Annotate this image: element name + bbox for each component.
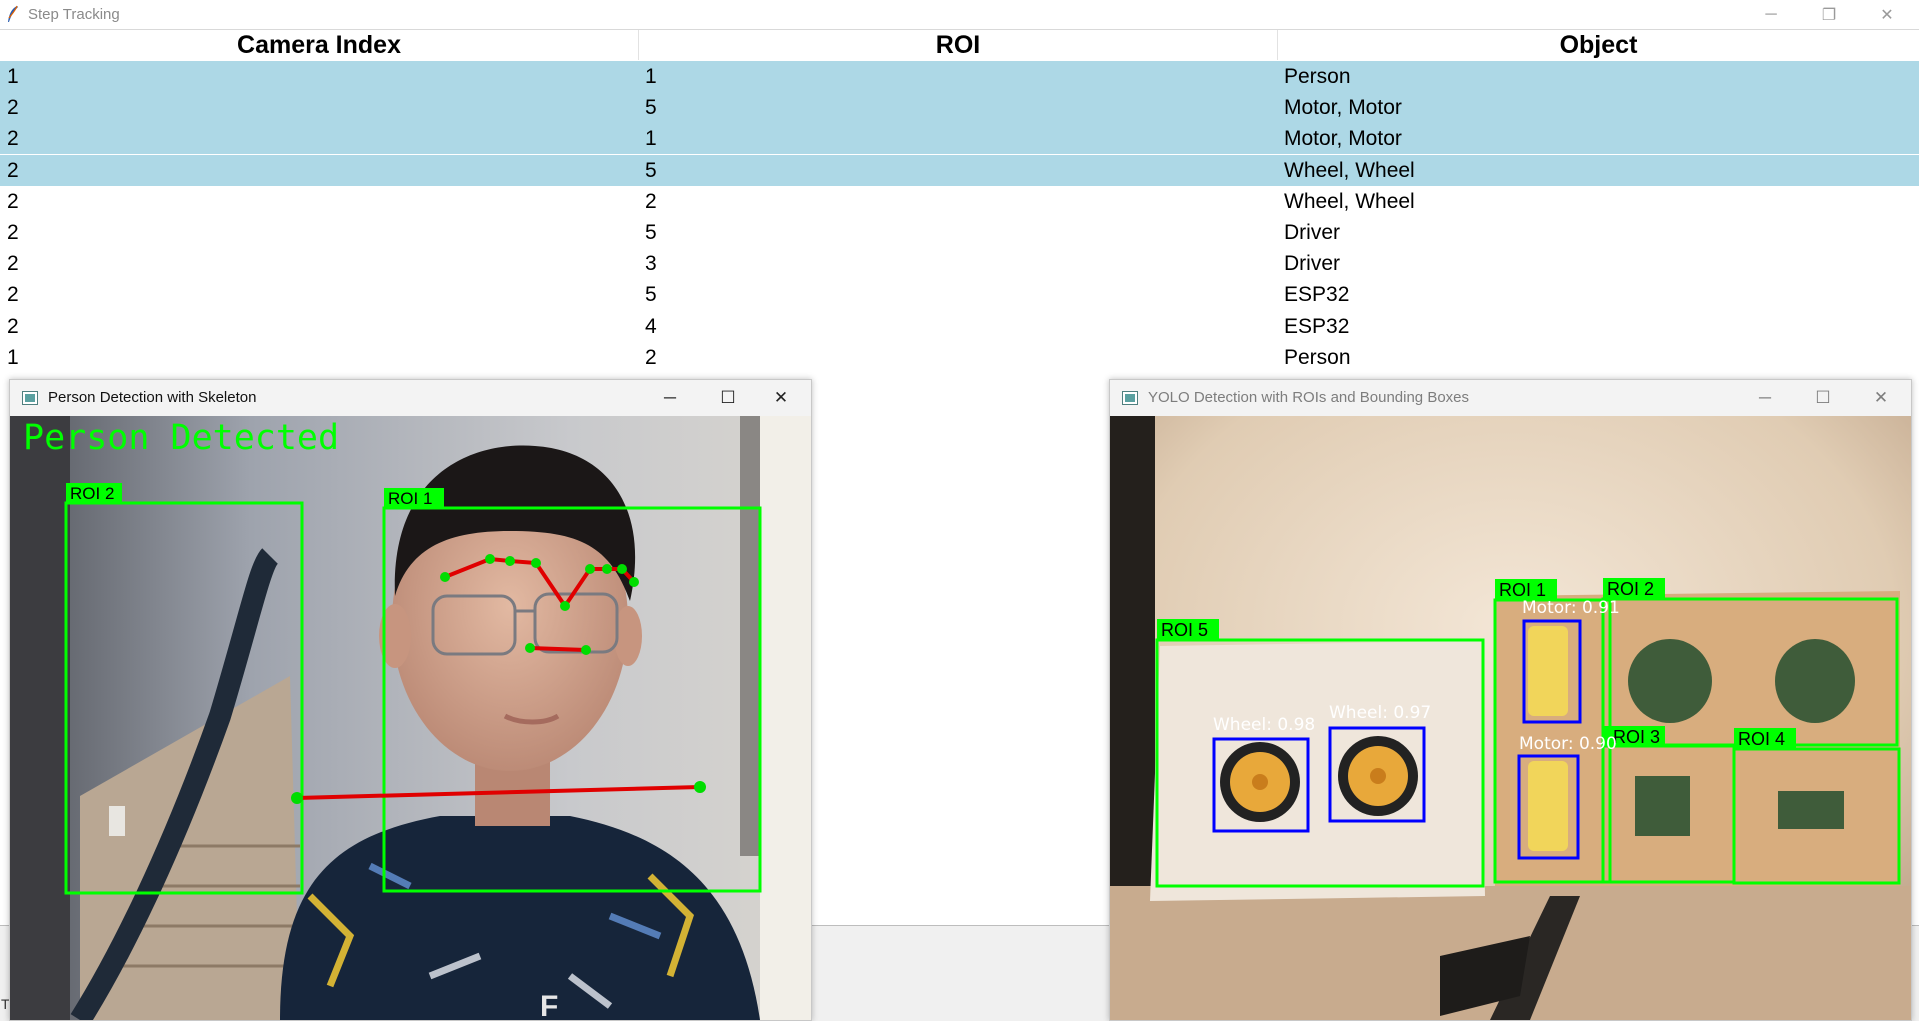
cell-object: ESP32	[1284, 283, 1350, 307]
feather-icon	[8, 5, 18, 22]
detection-label: Motor: 0.91	[1522, 598, 1620, 618]
close-icon: ✕	[1880, 6, 1894, 24]
column-header-roi[interactable]: ROI	[639, 30, 1278, 60]
opencv-window-icon	[22, 391, 38, 405]
yolo-close-button[interactable]: ✕	[1852, 380, 1910, 416]
detection-label: Wheel: 0.97	[1329, 703, 1431, 723]
minimize-icon: ─	[663, 388, 677, 407]
restore-icon: ❐	[1821, 6, 1837, 24]
column-header-camera-index[interactable]: Camera Index	[0, 30, 639, 60]
cell-roi: 4	[645, 314, 657, 338]
person-close-button[interactable]: ✕	[752, 380, 810, 416]
yolo-roi-label: ROI 4	[1738, 729, 1785, 749]
cell-object: ESP32	[1284, 314, 1350, 338]
cell-roi: 3	[645, 252, 657, 276]
yolo-camera-feed: ROI 5 ROI 1 ROI 2 ROI 3 ROI 4 Motor: 0.9…	[1110, 416, 1911, 1020]
main-title-bar: Step Tracking ─ ❐ ✕	[0, 0, 1919, 30]
person-detection-window: Person Detection with Skeleton ─ ☐ ✕ F R…	[9, 379, 812, 1021]
person-minimize-button[interactable]: ─	[641, 380, 699, 416]
cell-roi: 1	[645, 65, 657, 88]
restore-button[interactable]: ❐	[1800, 0, 1858, 29]
person-window-title: Person Detection with Skeleton	[48, 389, 257, 406]
cell-camera-index: 1	[7, 65, 19, 88]
cell-object: Driver	[1284, 252, 1340, 276]
cell-roi: 5	[645, 158, 657, 182]
yolo-camera-frame: ROI 5 ROI 1 ROI 2 ROI 3 ROI 4 Motor: 0.9…	[1110, 416, 1911, 1020]
yolo-maximize-button[interactable]: ☐	[1794, 380, 1852, 416]
cell-object: Wheel, Wheel	[1284, 158, 1415, 182]
cell-camera-index: 2	[7, 127, 19, 151]
cell-camera-index: 2	[7, 221, 19, 244]
person-roi-label: ROI 2	[70, 484, 114, 503]
close-icon: ✕	[773, 388, 789, 407]
minimize-icon: ─	[1765, 5, 1777, 23]
cell-camera-index: 2	[7, 252, 19, 276]
cell-object: Driver	[1284, 221, 1340, 244]
yolo-roi-label: ROI 3	[1613, 727, 1660, 747]
person-camera-frame: F ROI 2 ROI 1 Person Detected	[10, 416, 811, 1020]
cell-camera-index: 2	[7, 314, 19, 338]
cell-camera-index: 2	[7, 189, 19, 213]
detection-label: Wheel: 0.98	[1213, 715, 1315, 735]
yolo-window-title-bar[interactable]: YOLO Detection with ROIs and Bounding Bo…	[1110, 380, 1911, 416]
table-row[interactable]: 2 5 ESP32	[0, 279, 1919, 310]
opencv-window-icon	[1122, 391, 1138, 405]
cell-roi: 5	[645, 283, 657, 307]
yolo-roi-label: ROI 5	[1161, 620, 1208, 640]
cell-roi: 2	[645, 189, 657, 213]
cell-object: Person	[1284, 65, 1351, 88]
person-roi-label: ROI 1	[388, 489, 432, 508]
yolo-window-title: YOLO Detection with ROIs and Bounding Bo…	[1148, 389, 1470, 406]
yolo-detection-window: YOLO Detection with ROIs and Bounding Bo…	[1109, 379, 1912, 1021]
table-row[interactable]: 2 5 Motor, Motor	[0, 92, 1919, 124]
detection-label: Motor: 0.90	[1519, 734, 1617, 754]
cell-object: Person	[1284, 345, 1351, 369]
cell-camera-index: 2	[7, 283, 19, 307]
maximize-icon: ☐	[1815, 388, 1831, 407]
person-window-title-bar[interactable]: Person Detection with Skeleton ─ ☐ ✕	[10, 380, 811, 416]
yolo-minimize-button[interactable]: ─	[1736, 380, 1794, 416]
cell-roi: 1	[645, 127, 657, 151]
cell-object: Motor, Motor	[1284, 96, 1402, 120]
table-row[interactable]: 2 1 Motor, Motor	[0, 123, 1919, 155]
close-icon: ✕	[1873, 388, 1889, 407]
cell-object: Motor, Motor	[1284, 127, 1402, 151]
minimize-icon: ─	[1758, 388, 1772, 407]
cell-camera-index: 2	[7, 96, 19, 120]
table-row[interactable]: 2 4 ESP32	[0, 311, 1919, 342]
minimize-button[interactable]: ─	[1742, 0, 1800, 29]
close-button[interactable]: ✕	[1858, 0, 1916, 29]
yolo-roi-label: ROI 2	[1607, 579, 1654, 599]
maximize-icon: ☐	[720, 388, 736, 407]
column-header-object[interactable]: Object	[1278, 30, 1919, 60]
table-row[interactable]: 1 1 Person	[0, 61, 1919, 92]
table-row[interactable]: 2 3 Driver	[0, 248, 1919, 279]
cell-object: Wheel, Wheel	[1284, 189, 1415, 213]
person-detected-status: Person Detected	[23, 418, 339, 458]
yolo-roi-label: ROI 1	[1499, 580, 1546, 600]
table-row[interactable]: 2 5 Wheel, Wheel	[0, 154, 1919, 186]
cell-roi: 5	[645, 96, 657, 120]
cell-roi: 5	[645, 221, 657, 244]
table-row[interactable]: 1 2 Person	[0, 342, 1919, 373]
cell-camera-index: 1	[7, 345, 19, 369]
table-row[interactable]: 2 5 Driver	[0, 217, 1919, 248]
table-row[interactable]: 2 2 Wheel, Wheel	[0, 186, 1919, 217]
svg-text:F: F	[540, 990, 558, 1020]
person-camera-feed: F ROI 2 ROI 1 Person Detected	[10, 416, 811, 1020]
cell-camera-index: 2	[7, 158, 19, 182]
window-title: Step Tracking	[28, 6, 120, 23]
cell-roi: 2	[645, 345, 657, 369]
person-maximize-button[interactable]: ☐	[699, 380, 757, 416]
